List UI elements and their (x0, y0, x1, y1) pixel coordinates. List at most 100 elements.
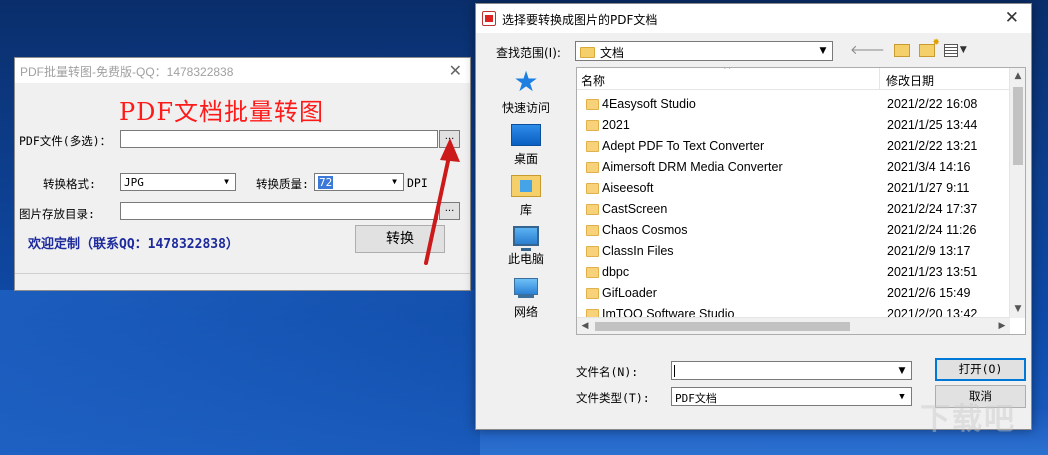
file-date: 2021/2/9 13:17 (887, 244, 971, 258)
file-date: 2021/2/24 11:26 (887, 223, 977, 237)
chevron-down-icon: ▼ (392, 177, 397, 186)
place-label: 桌面 (513, 152, 538, 166)
filetype-select[interactable]: PDF文档 ▼ (671, 387, 912, 406)
file-date: 2021/2/6 15:49 (887, 286, 971, 300)
folder-icon (586, 183, 599, 194)
status-bar (15, 273, 470, 290)
list-item[interactable]: CastScreen 2021/2/24 17:37 (577, 199, 1010, 220)
filetype-label: 文件类型(T): (576, 391, 650, 405)
chevron-down-icon: ▼ (959, 45, 967, 55)
close-icon[interactable]: ✕ (449, 61, 462, 80)
view-menu-button[interactable]: ▼ (943, 43, 967, 57)
folder-icon (580, 47, 595, 58)
text-caret (674, 365, 675, 377)
dialog-title: 选择要转换成图片的PDF文档 (502, 13, 658, 27)
network-icon (512, 277, 540, 299)
open-button[interactable]: 打开(O) (935, 358, 1026, 381)
look-in-select[interactable]: 文档 ▼ (575, 41, 833, 61)
column-header-date[interactable]: 修改日期 (886, 72, 934, 89)
open-file-dialog: 选择要转换成图片的PDF文档 ✕ 查找范围(I): 文档 ▼ 🡐 ▼ ★ 快速访… (475, 3, 1032, 430)
quality-select[interactable]: 72 ▼ (314, 173, 404, 191)
folder-icon (586, 162, 599, 173)
scroll-up-icon[interactable]: ▲ (1010, 68, 1025, 85)
file-name: Aimersoft DRM Media Converter (602, 160, 783, 174)
quality-value: 72 (318, 176, 334, 189)
annotation-arrow (424, 138, 460, 265)
file-date: 2021/2/22 16:08 (887, 97, 978, 111)
chevron-down-icon: ▼ (899, 392, 905, 402)
file-date: 2021/1/27 9:11 (887, 181, 970, 195)
quick-access-icon: ★ (513, 65, 539, 98)
list-item[interactable]: Aiseesoft 2021/1/27 9:11 (577, 178, 1010, 199)
file-name: 2021 (602, 118, 630, 132)
file-list: 名称 ^ 修改日期 4Easysoft Studio 2021/2/22 16:0… (576, 67, 1026, 335)
list-item[interactable]: Aimersoft DRM Media Converter 2021/3/4 14… (577, 157, 1010, 178)
file-date: 2021/2/24 17:37 (887, 202, 978, 216)
file-date: 2021/1/25 13:44 (887, 118, 978, 132)
scroll-right-icon[interactable]: ▶ (994, 318, 1010, 334)
place-label: 此电脑 (507, 252, 544, 266)
quality-label: 转换质量: (256, 177, 309, 191)
folder-icon (586, 99, 599, 110)
library-icon (511, 175, 541, 197)
desktop-background (0, 290, 480, 455)
place-this-pc[interactable]: 此电脑 (494, 226, 558, 267)
chevron-down-icon[interactable]: ▼ (895, 363, 909, 379)
list-item[interactable]: 4Easysoft Studio 2021/2/22 16:08 (577, 94, 1010, 115)
list-item[interactable]: ClassIn Files 2021/2/9 13:17 (577, 241, 1010, 262)
format-select[interactable]: JPG ▼ (120, 173, 236, 191)
close-icon[interactable]: ✕ (1005, 8, 1019, 28)
list-item[interactable]: 2021 2021/1/25 13:44 (577, 115, 1010, 136)
place-network[interactable]: 网络 (494, 277, 558, 320)
horizontal-scrollbar[interactable]: ◀ ▶ (577, 317, 1010, 334)
folder-icon (586, 225, 599, 236)
pdf-batch-tool-window: PDF批量转图-免费版-QQ：1478322838 ✕ PDF文档批量转图 PD… (14, 57, 471, 291)
filename-input[interactable]: ▼ (671, 361, 912, 380)
pdf-file-label: PDF文件(多选)： (19, 134, 112, 148)
desktop-icon (511, 124, 541, 146)
folder-icon (586, 288, 599, 299)
chevron-down-icon: ▼ (819, 46, 827, 56)
file-name: Aiseesoft (602, 181, 654, 195)
file-date: 2021/3/4 14:16 (887, 160, 971, 174)
back-arrow-icon[interactable]: 🡐 (850, 42, 885, 58)
folder-icon (586, 141, 599, 152)
welcome-text: 欢迎定制（联系QQ：1478322838） (28, 237, 239, 252)
filetype-value: PDF文档 (675, 392, 717, 405)
file-name: 4Easysoft Studio (602, 97, 696, 111)
file-name: dbpc (602, 265, 630, 279)
up-folder-icon[interactable] (893, 43, 910, 57)
scroll-thumb[interactable] (595, 322, 850, 331)
watermark: 下载吧 (920, 402, 1016, 437)
file-name: GifLoader (602, 286, 657, 300)
file-date: 2021/1/23 13:51 (887, 265, 978, 279)
place-desktop[interactable]: 桌面 (494, 124, 558, 167)
scroll-down-icon[interactable]: ▼ (1010, 301, 1025, 318)
list-item[interactable]: Chaos Cosmos 2021/2/24 11:26 (577, 220, 1010, 241)
file-name: Chaos Cosmos (602, 223, 688, 237)
pdf-icon (482, 11, 496, 26)
file-rows: 4Easysoft Studio 2021/2/22 16:08 2021 2021/… (577, 94, 1010, 334)
vertical-scrollbar[interactable]: ▲ ▼ (1009, 68, 1025, 318)
place-library[interactable]: 库 (494, 175, 558, 218)
file-list-header: 名称 ^ 修改日期 (577, 68, 1010, 90)
list-item[interactable]: dbpc 2021/1/23 13:51 (577, 262, 1010, 283)
scroll-thumb[interactable] (1013, 87, 1023, 165)
pdf-file-input[interactable] (120, 130, 438, 148)
filename-label: 文件名(N): (576, 365, 639, 379)
column-header-name[interactable]: 名称 (581, 72, 605, 89)
list-item[interactable]: Adept PDF To Text Converter 2021/2/22 13:… (577, 136, 1010, 157)
place-label: 库 (519, 203, 532, 217)
place-quick-access[interactable]: ★ 快速访问 (494, 65, 558, 116)
output-dir-input[interactable] (120, 202, 438, 220)
output-dir-label: 图片存放目录: (19, 207, 95, 221)
new-folder-icon[interactable] (918, 38, 940, 57)
list-item[interactable]: GifLoader 2021/2/6 15:49 (577, 283, 1010, 304)
scroll-left-icon[interactable]: ◀ (577, 318, 593, 334)
column-separator[interactable] (879, 68, 880, 90)
folder-icon (586, 246, 599, 257)
tool-window-title: PDF批量转图-免费版-QQ：1478322838 (20, 65, 234, 79)
tool-heading: PDF文档批量转图 (119, 98, 325, 126)
file-date: 2021/2/22 13:21 (887, 139, 978, 153)
look-in-value: 文档 (600, 46, 625, 60)
